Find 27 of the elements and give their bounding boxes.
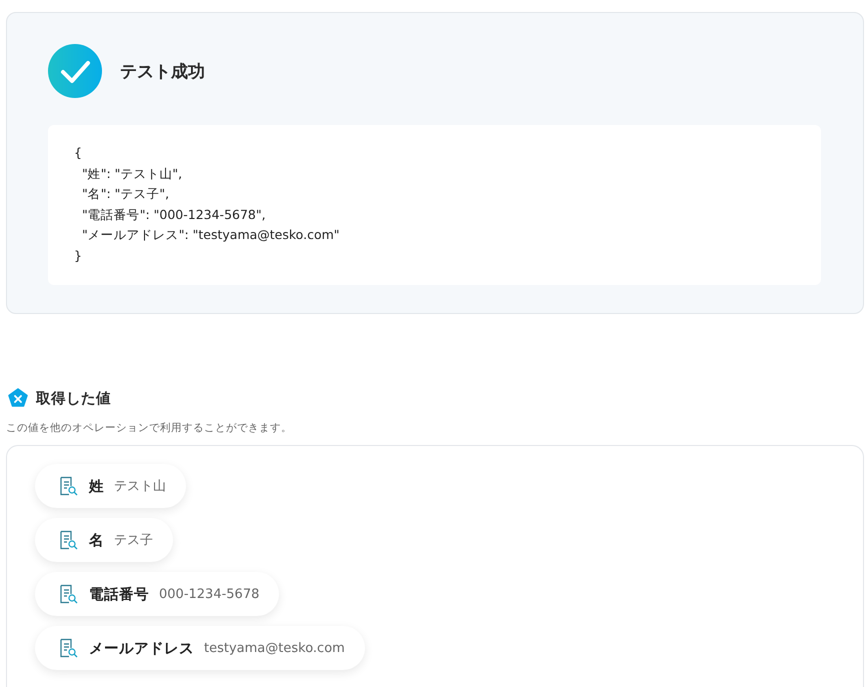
value-label: メールアドレス [89, 640, 194, 658]
pentagon-x-icon [8, 388, 28, 408]
code-line: "姓": "テスト山", [80, 164, 184, 182]
value-text: testyama@tesko.com [204, 640, 345, 656]
code-line: "名": "テス子", [80, 185, 170, 203]
result-title: テスト成功 [120, 60, 205, 82]
value-text: テス子 [114, 532, 153, 549]
success-check-icon [48, 44, 102, 98]
value-text: 000-1234-5678 [159, 586, 260, 602]
section-title: 取得した値 [36, 390, 111, 408]
document-search-icon [59, 476, 79, 496]
value-label: 電話番号 [89, 586, 149, 604]
document-search-icon [59, 638, 79, 658]
value-text: テスト山 [114, 478, 166, 495]
code-line: { [74, 144, 83, 162]
value-chip[interactable]: 名 テス子 [35, 518, 173, 562]
document-search-icon [59, 584, 79, 604]
section-description: この値を他のオペレーションで利用することができます。 [6, 421, 293, 435]
value-label: 姓 [89, 478, 104, 496]
document-search-icon [59, 530, 79, 550]
value-chip[interactable]: メールアドレス testyama@tesko.com [35, 626, 365, 670]
value-label: 名 [89, 532, 104, 550]
value-chip[interactable]: 電話番号 000-1234-5678 [35, 572, 280, 616]
code-line: "メールアドレス": "testyama@tesko.com" [80, 226, 341, 244]
code-line: "電話番号": "000-1234-5678", [80, 206, 267, 224]
value-chip[interactable]: 姓 テスト山 [35, 464, 186, 508]
code-line: } [74, 246, 83, 264]
